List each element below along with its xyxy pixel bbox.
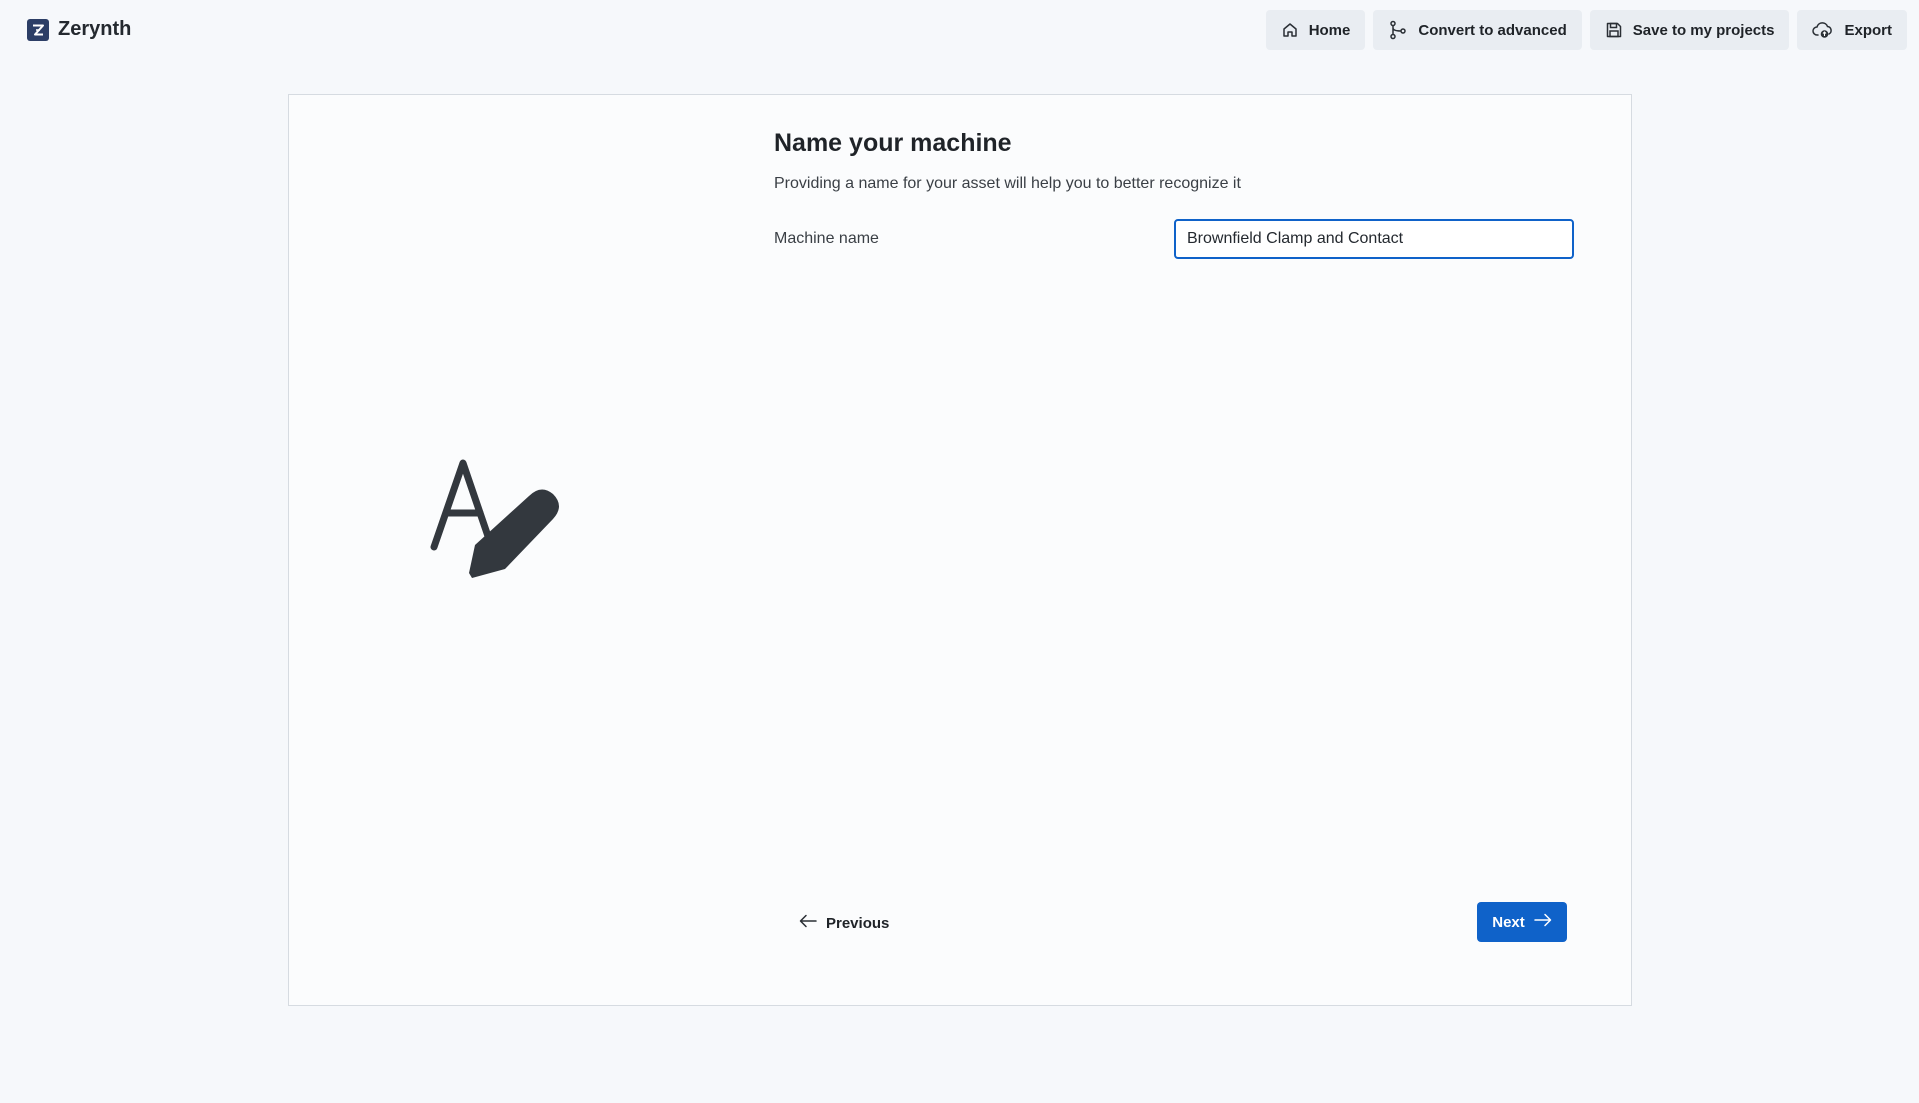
save-to-my-projects-button[interactable]: Save to my projects [1589, 10, 1790, 50]
wizard-content: Name your machine Providing a name for y… [774, 125, 1574, 259]
save-to-my-projects-label: Save to my projects [1632, 21, 1775, 39]
page-subtitle: Providing a name for your asset will hel… [774, 175, 1241, 192]
machine-name-input[interactable] [1174, 219, 1574, 259]
brand[interactable]: Zerynth [27, 18, 131, 41]
home-icon [1281, 21, 1299, 39]
top-bar: Zerynth Home Convert to advanced Save to… [0, 0, 1919, 60]
arrow-right-icon [1534, 913, 1552, 931]
floppy-disk-icon [1605, 21, 1623, 39]
export-button[interactable]: Export [1797, 10, 1907, 50]
cloud-export-icon [1812, 21, 1834, 39]
text-edit-icon [429, 455, 599, 615]
home-button[interactable]: Home [1265, 10, 1366, 50]
page-title: Name your machine [774, 129, 1012, 157]
convert-to-advanced-label: Convert to advanced [1418, 21, 1567, 39]
git-branch-icon [1388, 20, 1408, 40]
brand-name: Zerynth [58, 18, 132, 40]
machine-name-row: Machine name [774, 219, 1574, 259]
header-actions: Home Convert to advanced Save to my proj… [1265, 10, 1907, 50]
previous-button-label: Previous [826, 914, 890, 932]
export-label: Export [1844, 21, 1892, 39]
next-button-label: Next [1492, 913, 1525, 931]
zerynth-logo-icon [27, 18, 49, 41]
convert-to-advanced-button[interactable]: Convert to advanced [1373, 10, 1582, 50]
next-button[interactable]: Next [1477, 902, 1567, 942]
machine-name-label: Machine name [774, 230, 879, 247]
home-button-label: Home [1308, 21, 1351, 39]
previous-button[interactable]: Previous [789, 903, 899, 943]
wizard-card: Name your machine Providing a name for y… [288, 94, 1632, 1006]
arrow-left-icon [799, 914, 817, 932]
